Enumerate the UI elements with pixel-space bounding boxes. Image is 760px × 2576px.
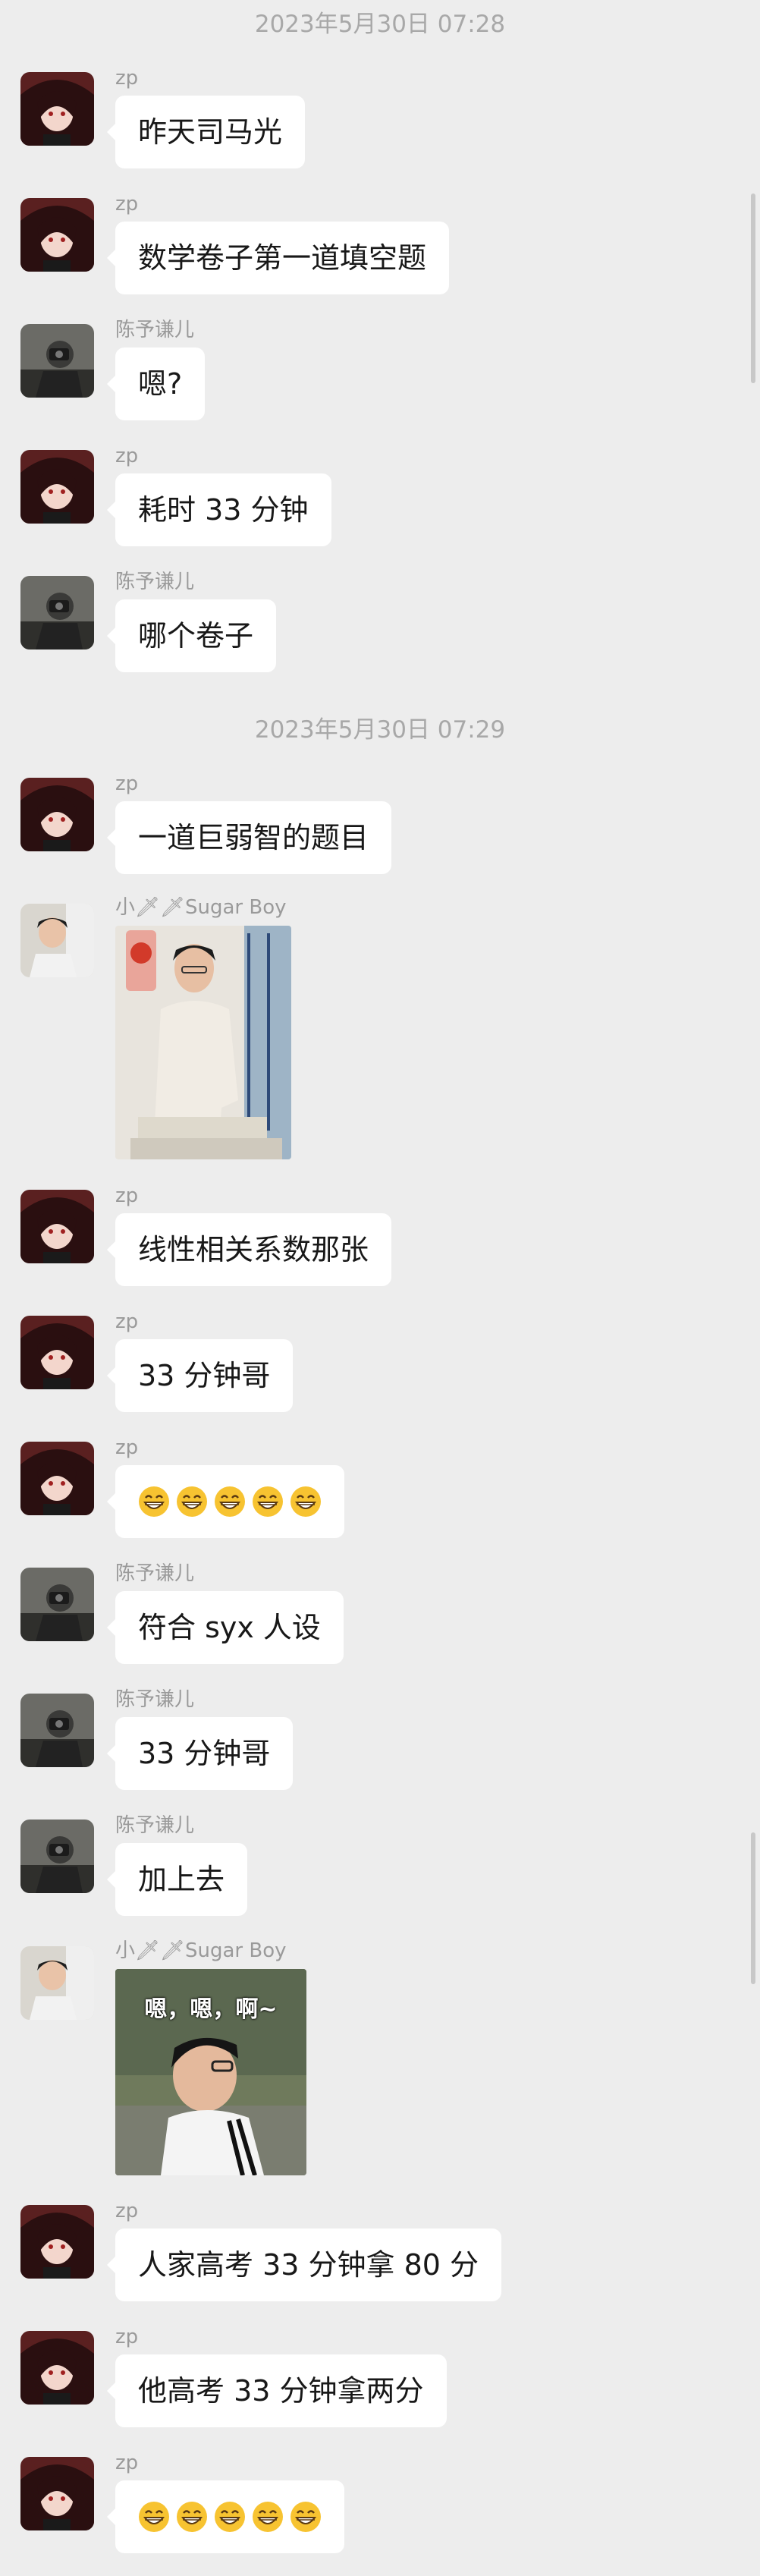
sender-name: 陈予谦儿 [115, 1688, 195, 1711]
sticker-message[interactable]: 嗯，嗯，啊~ [115, 1969, 306, 2175]
message-bubble[interactable]: 一道巨弱智的题目 [106, 801, 392, 874]
sender-name: 陈予谦儿 [115, 1562, 195, 1585]
avatar-zp[interactable] [20, 72, 94, 146]
sender-name: zp [115, 2452, 139, 2474]
grin-emoji-icon [253, 2502, 283, 2532]
message-bubble[interactable]: 数学卷子第一道填空题 [106, 222, 450, 294]
sender-name: zp [115, 445, 139, 467]
sender-name: 陈予谦儿 [115, 571, 195, 593]
message-bubble[interactable]: 人家高考 33 分钟拿 80 分 [106, 2228, 502, 2301]
avatar-zp[interactable] [20, 1442, 94, 1515]
sender-name: 小🗡🗡Sugar Boy [115, 1939, 287, 1962]
message-bubble[interactable]: 嗯? [106, 348, 206, 420]
emoji-bubble[interactable] [107, 2480, 344, 2553]
sender-name: zp [115, 193, 139, 215]
timestamp: 2023年5月30日 07:29 [254, 716, 506, 744]
avatar-chen[interactable] [20, 324, 94, 398]
sender-name: 陈予谦儿 [115, 1814, 195, 1837]
grin-emoji-icon [177, 1486, 207, 1517]
sender-name: zp [115, 2200, 139, 2222]
sender-name: zp [115, 1310, 139, 1333]
grin-emoji-icon [177, 2502, 207, 2532]
grin-emoji-icon [215, 1486, 245, 1517]
message-bubble[interactable]: 符合 syx 人设 [107, 1591, 344, 1664]
scrollbar-top[interactable] [751, 193, 755, 383]
message-bubble[interactable]: 线性相关系数那张 [106, 1213, 392, 1286]
grin-emoji-icon [215, 2502, 245, 2532]
sender-name: zp [115, 772, 139, 795]
message-bubble[interactable]: 他高考 33 分钟拿两分 [107, 2354, 447, 2427]
message-bubble[interactable]: 昨天司马光 [106, 96, 306, 168]
chat-view: 2023年5月30日 07:28 zp 昨天司马光 zp 数学卷子第一道填空题 … [0, 0, 760, 2576]
grin-emoji-icon [139, 2502, 169, 2532]
avatar-chen[interactable] [20, 1694, 94, 1767]
message-bubble[interactable]: 耗时 33 分钟 [107, 473, 331, 546]
message-bubble[interactable]: 33 分钟哥 [106, 1339, 294, 1412]
message-bubble[interactable]: 加上去 [106, 1843, 248, 1916]
grin-emoji-icon [253, 1486, 283, 1517]
avatar-zp[interactable] [20, 2457, 94, 2530]
sender-name: zp [115, 1436, 139, 1459]
sender-name: zp [115, 1184, 139, 1207]
sender-name: zp [115, 67, 139, 90]
avatar-chen[interactable] [20, 1820, 94, 1893]
avatar-chen[interactable] [20, 576, 94, 650]
avatar-zp[interactable] [20, 198, 94, 272]
avatar-zp[interactable] [20, 1190, 94, 1263]
photo-message[interactable] [115, 926, 291, 1159]
grin-emoji-icon [290, 1486, 321, 1517]
avatar-zp[interactable] [20, 2205, 94, 2279]
message-bubble[interactable]: 哪个卷子 [106, 599, 277, 672]
grin-emoji-icon [139, 1486, 169, 1517]
sticker-caption: 嗯，嗯，啊~ [144, 1996, 278, 2023]
message-bubble[interactable]: 33 分钟哥 [106, 1717, 294, 1790]
timestamp: 2023年5月30日 07:28 [254, 11, 506, 38]
sender-name: 陈予谦儿 [115, 319, 195, 341]
emoji-bubble[interactable] [107, 1465, 344, 1538]
grin-emoji-icon [290, 2502, 321, 2532]
avatar-zp[interactable] [20, 2331, 94, 2405]
sender-name: 小🗡🗡Sugar Boy [115, 896, 287, 919]
avatar-chen[interactable] [20, 1568, 94, 1641]
avatar-zp[interactable] [20, 778, 94, 851]
avatar-zp[interactable] [20, 1316, 94, 1389]
avatar-sugar[interactable] [20, 1946, 94, 2020]
sender-name: zp [115, 2326, 139, 2348]
avatar-zp[interactable] [20, 450, 94, 524]
avatar-sugar[interactable] [20, 904, 94, 977]
scrollbar-bottom[interactable] [751, 1832, 755, 1984]
